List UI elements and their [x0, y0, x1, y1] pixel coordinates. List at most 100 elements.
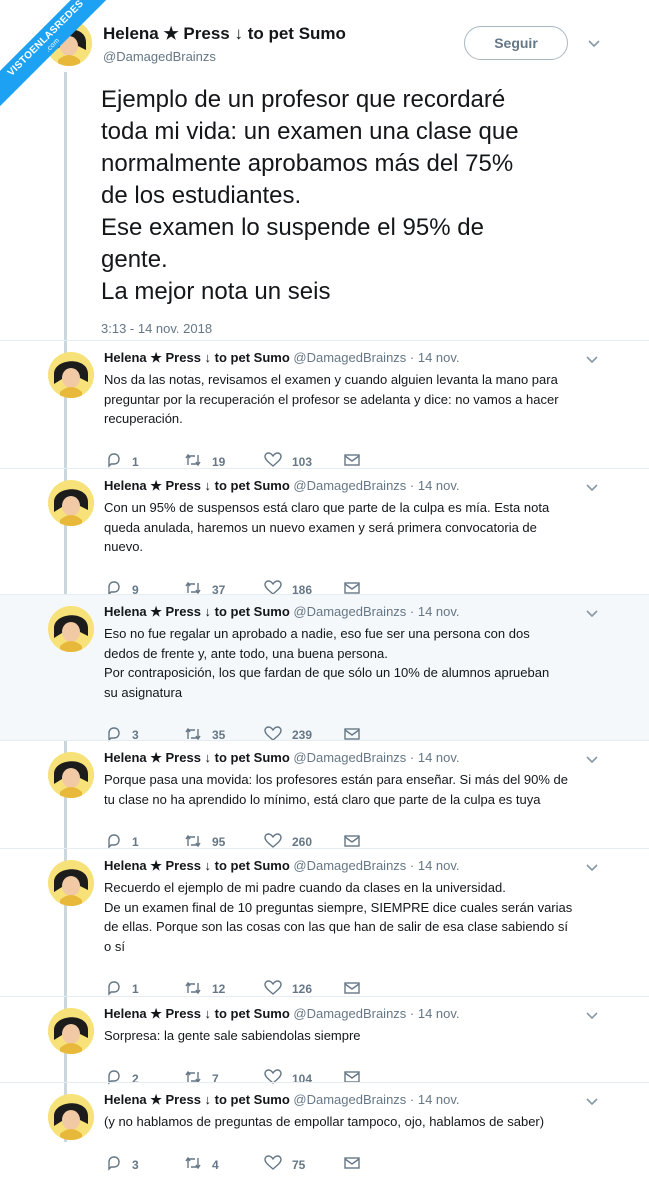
divider [0, 594, 649, 595]
tweet-header: Helena ★ Press ↓ to pet Sumo @DamagedBra… [104, 478, 460, 494]
author-name[interactable]: Helena ★ Press ↓ to pet Sumo [104, 1006, 290, 1021]
author-name[interactable]: Helena ★ Press ↓ to pet Sumo [104, 478, 290, 493]
tweet-text-line: Sorpresa: la gente sale sabiendolas siem… [104, 1028, 361, 1043]
like-count: 260 [292, 835, 313, 849]
reply-tweet[interactable]: Helena ★ Press ↓ to pet Sumo @DamagedBra… [0, 1082, 649, 1177]
like-button[interactable]: 75 [264, 1155, 306, 1174]
reply-count: 1 [132, 454, 139, 469]
avatar[interactable] [48, 352, 94, 398]
tweet-text-line: de los estudiantes. [101, 182, 302, 209]
reply-tweet[interactable]: Helena ★ Press ↓ to pet Sumo @DamagedBra… [0, 340, 649, 469]
reply-button[interactable]: 3 [106, 1156, 139, 1174]
reply-tweet[interactable]: Helena ★ Press ↓ to pet Sumo @DamagedBra… [0, 468, 649, 597]
author-handle[interactable]: @DamagedBrainzs [103, 49, 216, 64]
avatar[interactable] [48, 752, 94, 798]
divider [0, 996, 649, 997]
envelope-icon [344, 1156, 370, 1173]
author-handle-date[interactable]: @DamagedBrainzs · 14 nov. [293, 858, 459, 873]
divider [0, 468, 649, 469]
divider [0, 340, 649, 341]
author-name[interactable]: Helena ★ Press ↓ to pet Sumo [104, 858, 290, 873]
message-button[interactable] [344, 1156, 370, 1174]
chevron-down-icon[interactable] [587, 38, 601, 52]
author-handle-date[interactable]: @DamagedBrainzs · 14 nov. [293, 350, 459, 365]
like-count: 75 [292, 1157, 306, 1172]
retweet-count: 95 [212, 835, 226, 849]
reply-tweet[interactable]: Helena ★ Press ↓ to pet Sumo @DamagedBra… [0, 740, 649, 849]
retweet-icon [184, 1155, 212, 1174]
author-handle-date[interactable]: @DamagedBrainzs · 14 nov. [293, 750, 459, 765]
chevron-down-icon[interactable] [585, 354, 599, 368]
reply-tweet[interactable]: Helena ★ Press ↓ to pet Sumo @DamagedBra… [0, 996, 649, 1086]
reply-icon [106, 1155, 132, 1174]
reply-tweet[interactable]: Helena ★ Press ↓ to pet Sumo @DamagedBra… [0, 594, 649, 742]
tweet-text: Sorpresa: la gente sale sabiendolas siem… [104, 1026, 614, 1046]
tweet-text-line: tu clase no ha aprendido lo mínimo, está… [104, 791, 541, 807]
tweet-header: Helena ★ Press ↓ to pet Sumo @DamagedBra… [104, 858, 460, 874]
main-tweet: Helena ★ Press ↓ to pet Sumo @DamagedBra… [0, 0, 649, 340]
tweet-header: Helena ★ Press ↓ to pet Sumo @DamagedBra… [104, 750, 460, 766]
like-count: 126 [292, 982, 313, 996]
envelope-icon [344, 981, 370, 998]
tweet-text-line: Nos da las notas, revisamos el examen y … [104, 372, 558, 387]
retweet-button[interactable]: 4 [184, 1156, 219, 1174]
avatar[interactable] [48, 1094, 94, 1140]
tweet-text-line: toda mi vida: un examen una clase que [101, 118, 519, 145]
tweet-text-line: preguntar por la recuperación el profeso… [104, 391, 559, 407]
avatar[interactable] [48, 1008, 94, 1054]
avatar[interactable] [48, 606, 94, 652]
tweet-text-line: de ellas. Porque son las cosas con las q… [104, 919, 568, 934]
author-name[interactable]: Helena ★ Press ↓ to pet Sumo [103, 24, 346, 44]
tweet-text-line: su asignatura [104, 684, 183, 700]
retweet-count: 4 [212, 1157, 219, 1172]
tweet-text-line: Porque pasa una movida: los profesores e… [104, 772, 568, 787]
author-handle-date[interactable]: @DamagedBrainzs · 14 nov. [293, 604, 459, 619]
reply-count: 1 [132, 835, 139, 849]
author-name[interactable]: Helena ★ Press ↓ to pet Sumo [104, 604, 290, 619]
tweet-text: Porque pasa una movida: los profesores e… [104, 770, 614, 809]
retweet-count: 12 [212, 982, 226, 996]
tweet-text-line: (y no hablamos de preguntas de empollar … [104, 1114, 545, 1129]
divider [0, 848, 649, 849]
tweet-text-line: nuevo. [104, 539, 144, 554]
follow-button[interactable]: Seguir [464, 26, 568, 60]
chevron-down-icon[interactable] [585, 1010, 599, 1024]
tweet-text-line: o sí [104, 938, 125, 954]
tweet-text: Recuerdo el ejemplo de mi padre cuando d… [104, 878, 614, 956]
author-handle-date[interactable]: @DamagedBrainzs · 14 nov. [293, 478, 459, 493]
tweet-text-line: normalmente aprobamos más del 75% [101, 150, 514, 177]
reply-count: 3 [132, 1157, 139, 1172]
chevron-down-icon[interactable] [585, 482, 599, 496]
tweet-timestamp[interactable]: 3:13 - 14 nov. 2018 [101, 321, 212, 336]
chevron-down-icon[interactable] [585, 608, 599, 622]
reply-tweet[interactable]: Helena ★ Press ↓ to pet Sumo @DamagedBra… [0, 848, 649, 996]
divider [0, 740, 649, 741]
tweet-header: Helena ★ Press ↓ to pet Sumo @DamagedBra… [104, 604, 460, 620]
reply-count: 1 [132, 982, 139, 996]
tweet-text-line: Ejemplo de un profesor que recordaré [101, 86, 506, 113]
chevron-down-icon[interactable] [585, 862, 599, 876]
author-name[interactable]: Helena ★ Press ↓ to pet Sumo [104, 1092, 290, 1107]
tweet-text-line: queda anulada, haremos un nuevo examen y… [104, 519, 537, 535]
tweet-text-line: dedos de frente y, ante todo, una buena … [104, 645, 388, 661]
tweet-header: Helena ★ Press ↓ to pet Sumo @DamagedBra… [104, 1006, 460, 1022]
tweet-text-line: recuperación. [104, 411, 183, 426]
tweet-text-line: Por contraposición, los que fardan de qu… [104, 665, 550, 680]
avatar[interactable] [48, 480, 94, 526]
chevron-down-icon[interactable] [585, 754, 599, 768]
tweet-text-line: Con un 95% de suspensos está claro que p… [104, 500, 550, 515]
heart-icon [264, 1155, 292, 1174]
author-handle-date[interactable]: @DamagedBrainzs · 14 nov. [293, 1006, 459, 1021]
chevron-down-icon[interactable] [585, 1096, 599, 1110]
tweet-header: Helena ★ Press ↓ to pet Sumo @DamagedBra… [104, 1092, 460, 1108]
author-handle-date[interactable]: @DamagedBrainzs · 14 nov. [293, 1092, 459, 1107]
author-name[interactable]: Helena ★ Press ↓ to pet Sumo [104, 750, 290, 765]
tweet-header: Helena ★ Press ↓ to pet Sumo @DamagedBra… [104, 350, 460, 366]
tweet-text-line: Recuerdo el ejemplo de mi padre cuando d… [104, 880, 506, 895]
avatar[interactable] [48, 860, 94, 906]
tweet-text-line: De un examen final de 10 preguntas siemp… [104, 899, 573, 915]
like-count: 103 [292, 454, 313, 469]
tweet-text: Eso no fue regalar un aprobado a nadie, … [104, 624, 614, 702]
author-name[interactable]: Helena ★ Press ↓ to pet Sumo [104, 350, 290, 365]
tweet-text-line: La mejor nota un seis [101, 278, 331, 305]
